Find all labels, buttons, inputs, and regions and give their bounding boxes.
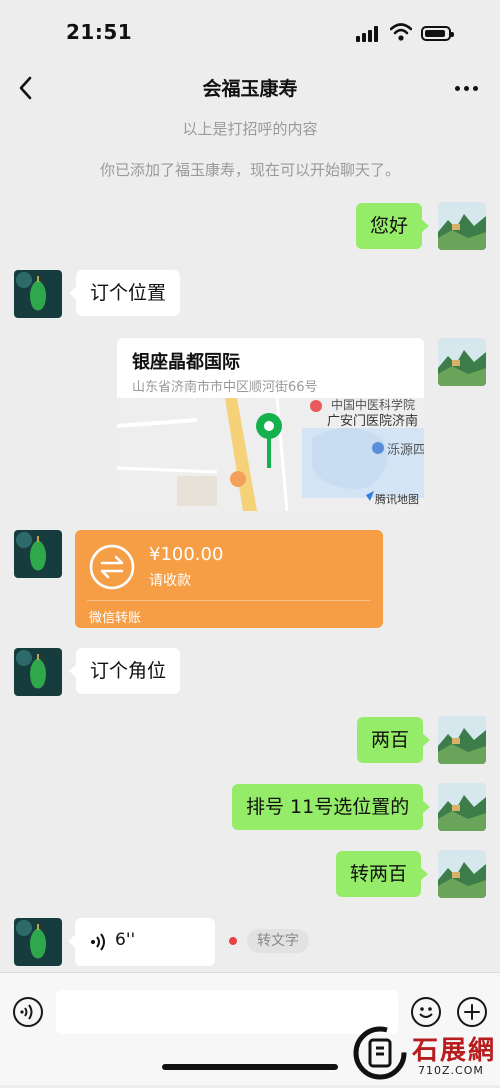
battery-icon (421, 26, 454, 41)
map-provider-label: 腾讯地图 (375, 493, 419, 506)
transfer-footer: 微信转账 (89, 611, 142, 626)
map-poi-label: 广安门医院济南 (327, 414, 419, 429)
unread-dot (229, 937, 237, 945)
page-title: 会福玉康寿 (202, 78, 298, 100)
location-address: 山东省济南市市中区顺河街66号 (132, 380, 318, 395)
transfer-description: 请收款 (149, 573, 191, 589)
map-preview[interactable]: 中国中医科学院 广安门医院济南 泺源四 腾讯地图 (117, 397, 424, 511)
my-avatar[interactable] (438, 338, 486, 386)
contact-avatar[interactable] (14, 918, 62, 966)
voice-wave-icon (89, 932, 107, 952)
contact-avatar[interactable] (14, 648, 62, 696)
message-bubble-sent[interactable]: 转两百 (336, 851, 429, 897)
system-message: 你已添加了福玉康寿，现在可以开始聊天了。 (99, 161, 400, 179)
watermark-url: 710Z.COM (418, 1064, 484, 1077)
system-message: 以上是打招呼的内容 (182, 120, 318, 138)
more-icon[interactable] (455, 86, 479, 92)
status-time: 21:51 (66, 20, 133, 44)
my-avatar[interactable] (438, 202, 486, 250)
my-avatar[interactable] (438, 716, 486, 764)
location-title: 银座晶都国际 (132, 352, 240, 373)
contact-avatar[interactable] (14, 530, 62, 578)
watermark-text: 石展網 (412, 1036, 497, 1066)
transfer-amount: ¥100.00 (149, 544, 224, 565)
contact-avatar[interactable] (14, 270, 62, 318)
signal-icon (356, 26, 382, 42)
message-bubble-sent[interactable]: 两百 (357, 717, 431, 763)
message-input[interactable] (56, 990, 398, 1034)
divider (87, 600, 371, 601)
home-indicator (162, 1064, 338, 1070)
transfer-icon (89, 544, 135, 590)
wifi-icon (389, 22, 413, 42)
voice-input-icon[interactable] (13, 997, 43, 1027)
location-card[interactable]: 银座晶都国际 山东省济南市市中区顺河街66号 中国中医科学院 广安门医院济南 泺… (117, 338, 424, 511)
message-bubble-received[interactable]: 订个位置 (68, 270, 181, 316)
my-avatar[interactable] (438, 783, 486, 831)
voice-duration: 6'' (115, 930, 136, 950)
message-bubble-sent[interactable]: 您好 (356, 203, 430, 249)
convert-to-text-button[interactable]: 转文字 (247, 929, 309, 953)
message-bubble-sent[interactable]: 排号 11号选位置的 (232, 784, 431, 830)
my-avatar[interactable] (438, 850, 486, 898)
message-bubble-received[interactable]: 订个角位 (68, 648, 181, 694)
transfer-card[interactable]: ¥100.00 请收款 微信转账 (75, 530, 383, 628)
voice-message[interactable]: 6'' (68, 918, 215, 966)
map-poi-label: 泺源四 (387, 443, 424, 458)
